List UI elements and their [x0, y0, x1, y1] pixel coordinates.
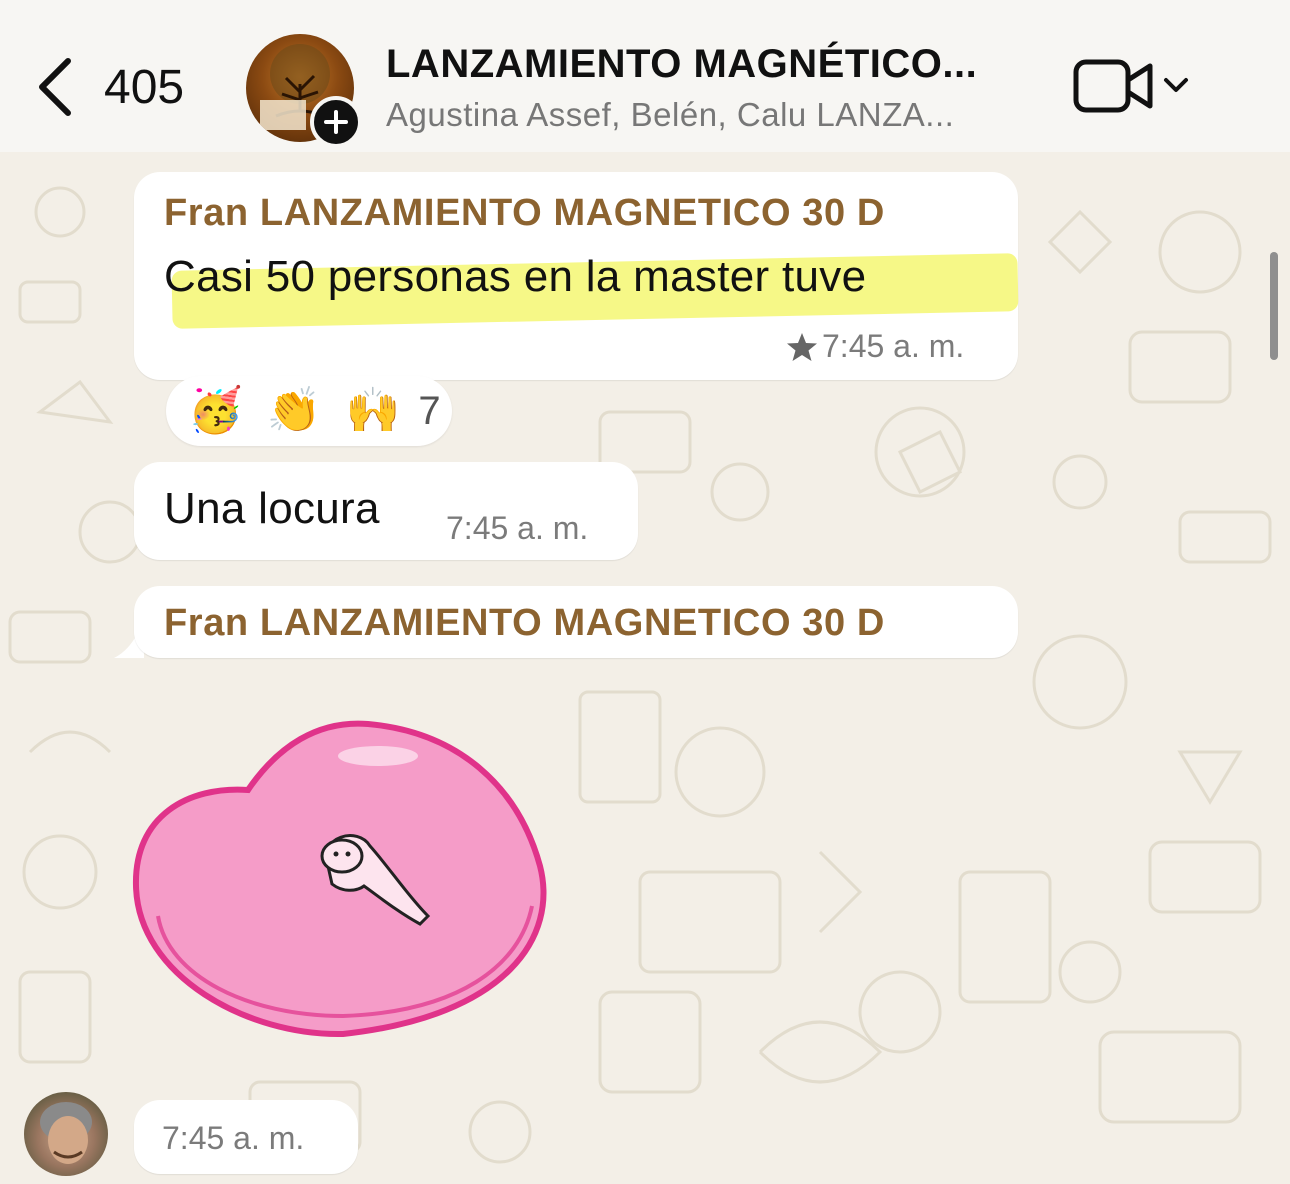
reaction-count: 7	[418, 388, 441, 433]
video-camera-icon	[1073, 59, 1153, 113]
scrollbar[interactable]	[1270, 252, 1278, 360]
message-sender: Fran LANZAMIENTO MAGNETICO 30 D	[164, 602, 885, 644]
message-meta: 7:45 a. m.	[786, 328, 964, 365]
sender-avatar[interactable]	[24, 1092, 108, 1176]
unread-count: 405	[104, 60, 185, 114]
message-time: 7:45 a. m.	[162, 1120, 305, 1156]
chat-header: 405 LANZAMIENTO MAGNÉTICO... Agustina As…	[0, 0, 1290, 152]
heart-sticker[interactable]	[128, 716, 558, 1056]
plus-icon	[324, 110, 348, 134]
chevron-down-icon	[1164, 78, 1188, 92]
chat-participants[interactable]: Agustina Assef, Belén, Calu LANZA...	[386, 96, 954, 134]
message-text: Una locura	[164, 484, 380, 533]
message-sender: Fran LANZAMIENTO MAGNETICO 30 D	[164, 192, 885, 234]
video-call-button[interactable]	[1072, 56, 1192, 116]
reaction-party-face: 🥳	[188, 386, 243, 435]
reaction-raised-hands: 🙌	[345, 386, 401, 435]
add-member-button[interactable]	[310, 96, 362, 148]
star-icon	[787, 332, 817, 361]
reaction-clapping: 👏	[266, 386, 322, 435]
message-time: 7:45 a. m.	[822, 328, 965, 364]
chevron-left-icon	[39, 58, 71, 116]
message-text: Casi 50 personas en la master tuve	[164, 252, 867, 301]
back-button[interactable]: 405	[34, 52, 184, 122]
message-time: 7:45 a. m.	[446, 510, 589, 546]
chat-title[interactable]: LANZAMIENTO MAGNÉTICO...	[386, 42, 977, 87]
user-photo-icon	[40, 1102, 92, 1164]
reactions-bar[interactable]: 🥳 👏 🙌 7	[166, 376, 452, 446]
